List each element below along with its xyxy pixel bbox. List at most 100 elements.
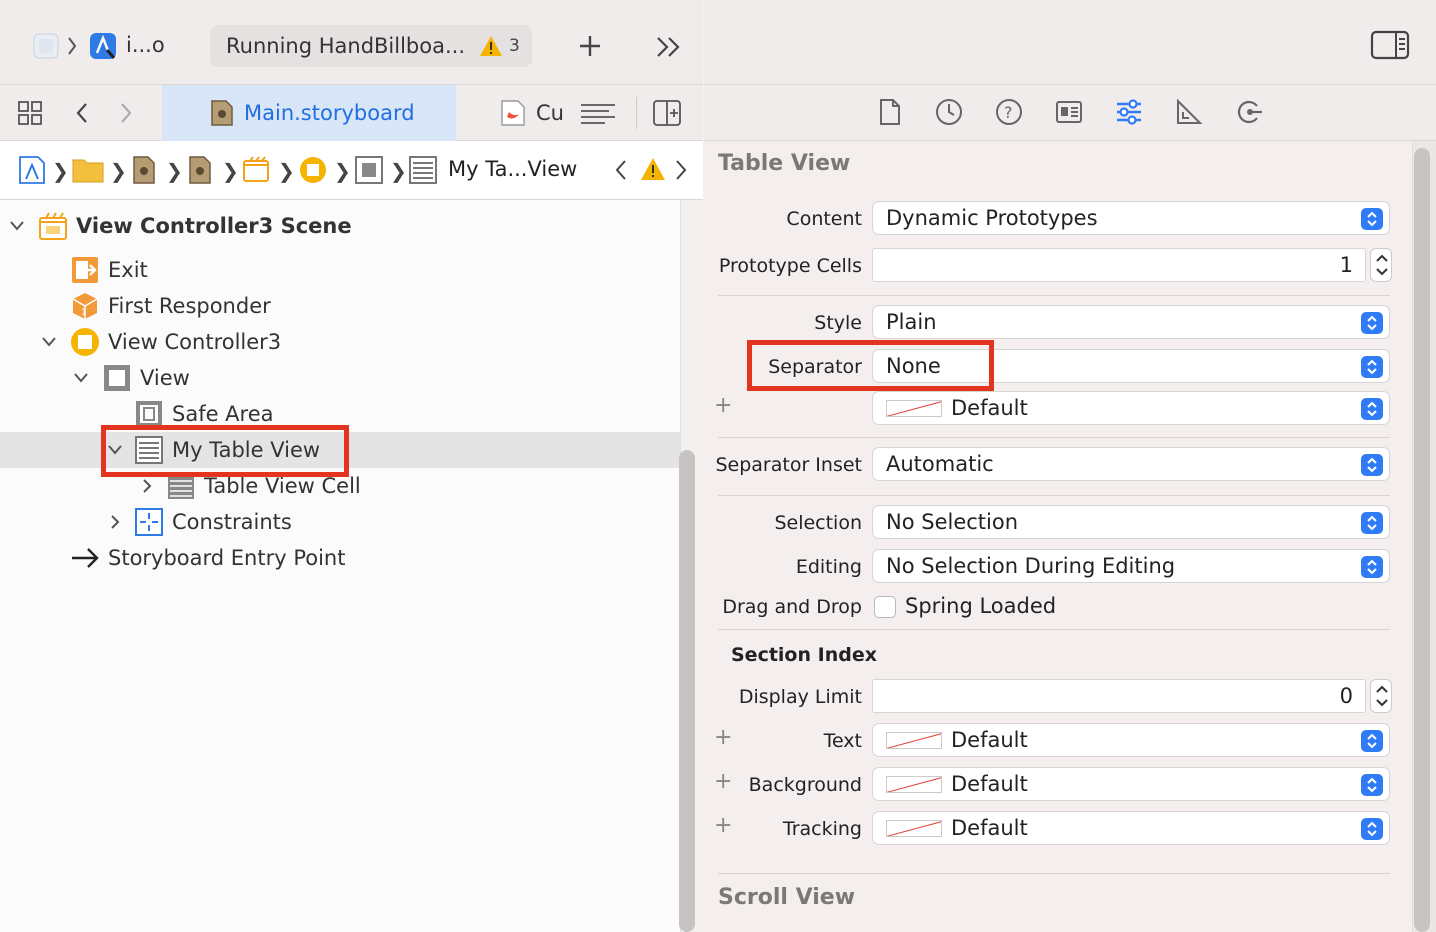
outline-label-safe-area: Safe Area — [172, 402, 274, 426]
section-title-table-view: Table View — [718, 151, 851, 176]
view-icon[interactable] — [354, 155, 384, 185]
chevron-down-icon[interactable] — [72, 369, 90, 387]
editor-tab-bar: Main.storyboard Cu — [0, 85, 703, 141]
style-popup[interactable]: Plain — [872, 305, 1390, 339]
color-swatch — [886, 775, 942, 793]
popup-arrows-icon — [1361, 730, 1383, 752]
identity-inspector-icon[interactable] — [1055, 98, 1083, 126]
jump-bar-current[interactable]: My Ta...View — [448, 157, 577, 181]
divider — [718, 495, 1390, 496]
plus-icon[interactable]: + — [714, 813, 732, 838]
display-limit-field[interactable]: 0 — [872, 679, 1366, 713]
size-inspector-icon[interactable] — [1175, 98, 1203, 126]
forward-icon[interactable] — [116, 101, 136, 125]
outline-row-view-controller[interactable]: View Controller3 — [0, 324, 680, 360]
popup-arrows-icon — [1361, 356, 1383, 378]
tab-main-storyboard[interactable]: Main.storyboard — [162, 85, 456, 141]
table-view-icon[interactable] — [408, 155, 438, 185]
warning-indicator[interactable]: 3 — [479, 35, 520, 57]
next-issue-icon[interactable] — [674, 159, 688, 181]
highlight-box-table-view — [101, 425, 349, 477]
view-icon — [104, 365, 130, 391]
popup-arrows-icon — [1361, 556, 1383, 578]
outline-label-scene: View Controller3 Scene — [76, 214, 352, 238]
app-icon[interactable] — [32, 32, 60, 60]
spring-loaded-checkbox[interactable] — [874, 596, 896, 618]
chevron-right-icon[interactable] — [106, 513, 124, 531]
outline-row-scene[interactable]: View Controller3 Scene — [0, 208, 680, 244]
outline-label-constraints: Constraints — [172, 510, 292, 534]
outline-label-first-responder: First Responder — [108, 294, 271, 318]
color-swatch — [886, 399, 942, 417]
add-icon[interactable] — [576, 32, 604, 60]
spring-loaded-label[interactable]: Spring Loaded — [905, 594, 1056, 618]
outline-row-view[interactable]: View — [0, 360, 680, 396]
previous-issue-icon[interactable] — [614, 159, 628, 181]
separator-color-popup[interactable]: Default — [872, 391, 1390, 425]
back-icon[interactable] — [72, 101, 92, 125]
text-color-popup[interactable]: Default — [872, 723, 1390, 757]
outline-scrollbar[interactable] — [679, 450, 695, 932]
storyboard-file-icon — [211, 100, 233, 126]
label-text: Text — [823, 730, 862, 752]
popup-arrows-icon — [1361, 774, 1383, 796]
toggle-inspector-icon[interactable] — [1370, 30, 1410, 60]
add-editor-icon[interactable] — [652, 99, 682, 127]
selection-popup[interactable]: No Selection — [872, 505, 1390, 539]
warning-icon[interactable] — [640, 157, 666, 181]
label-content: Content — [786, 208, 862, 230]
chevron-down-icon[interactable] — [8, 217, 26, 235]
editing-popup[interactable]: No Selection During Editing — [872, 549, 1390, 583]
plus-icon[interactable]: + — [714, 393, 732, 418]
content-popup[interactable]: Dynamic Prototypes — [872, 201, 1390, 235]
first-responder-icon: 1 — [72, 293, 98, 319]
scene-icon[interactable] — [242, 155, 270, 183]
history-inspector-icon[interactable] — [935, 98, 963, 126]
color-swatch — [886, 731, 942, 749]
svg-text:?: ? — [1004, 103, 1013, 122]
storyboard-file-icon[interactable] — [132, 155, 156, 185]
swift-file-icon — [501, 100, 525, 126]
plus-icon[interactable]: + — [714, 769, 732, 794]
plus-icon[interactable]: + — [714, 725, 732, 750]
folder-icon[interactable] — [72, 155, 104, 183]
chevron-down-icon[interactable] — [40, 333, 58, 351]
background-color-popup[interactable]: Default — [872, 767, 1390, 801]
connections-inspector-icon[interactable] — [1235, 98, 1263, 126]
tab-main-label: Main.storyboard — [244, 101, 415, 125]
outline-row-constraints[interactable]: Constraints — [0, 504, 680, 540]
project-icon[interactable] — [18, 155, 46, 185]
activity-status[interactable]: Running HandBillboa... 3 — [210, 25, 532, 67]
label-style: Style — [814, 312, 862, 334]
chevron-right-icon: ❯ — [166, 159, 183, 183]
outline-label-table-cell: Table View Cell — [204, 474, 361, 498]
chevron-right-icon[interactable] — [138, 477, 156, 495]
inspector-scrollbar[interactable] — [1414, 148, 1430, 932]
attributes-inspector-icon[interactable] — [1115, 98, 1143, 126]
related-items-icon[interactable] — [16, 99, 44, 127]
tab-swift-file[interactable]: Cu — [500, 85, 564, 141]
outline-row-exit[interactable]: Exit — [0, 252, 680, 288]
section-title-scroll-view: Scroll View — [718, 885, 856, 910]
run-status-text: Running HandBillboa... — [226, 34, 466, 58]
arrow-right-icon — [72, 548, 99, 568]
outline-row-entry-point[interactable]: Storyboard Entry Point — [0, 540, 680, 576]
xcode-project-icon[interactable] — [88, 31, 118, 61]
tracking-color-popup[interactable]: Default — [872, 811, 1390, 845]
label-drag-and-drop: Drag and Drop — [722, 596, 862, 618]
label-display-limit: Display Limit — [738, 686, 862, 708]
storyboard-file-icon[interactable] — [188, 155, 212, 185]
prototype-cells-field[interactable]: 1 — [872, 248, 1366, 282]
separator-inset-popup[interactable]: Automatic — [872, 447, 1390, 481]
help-inspector-icon[interactable]: ? — [995, 98, 1023, 126]
prototype-cells-stepper[interactable] — [1370, 248, 1392, 282]
outline-row-first-responder[interactable]: 1 First Responder — [0, 288, 680, 324]
file-inspector-icon[interactable] — [876, 98, 904, 126]
display-limit-stepper[interactable] — [1370, 679, 1392, 713]
scheme-label[interactable]: i...o — [126, 33, 165, 57]
attributes-inspector: Table View Content Dynamic Prototypes Pr… — [704, 141, 1409, 932]
label-selection: Selection — [774, 512, 862, 534]
editor-options-icon[interactable] — [578, 101, 618, 127]
view-controller-icon[interactable] — [298, 155, 328, 185]
double-chevron-icon[interactable] — [654, 34, 684, 60]
